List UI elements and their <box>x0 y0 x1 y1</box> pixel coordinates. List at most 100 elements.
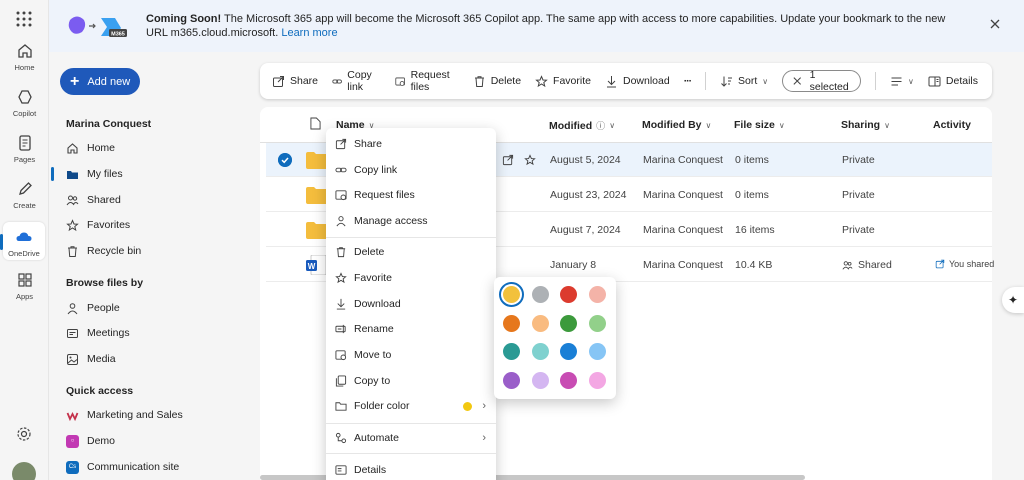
color-swatch[interactable] <box>560 314 577 332</box>
color-swatch[interactable] <box>531 286 549 303</box>
menu-item-download[interactable]: Download <box>326 292 496 316</box>
request-files-icon <box>395 77 406 86</box>
color-swatch[interactable] <box>503 314 520 332</box>
nav-item-meetings[interactable]: Meetings <box>66 322 246 344</box>
menu-item-folder-color[interactable]: Folder color › <box>326 394 496 418</box>
rail-item-pages[interactable]: Pages <box>0 134 49 164</box>
star-icon <box>335 272 347 284</box>
quick-access-demo[interactable]: ○ Demo <box>66 430 246 452</box>
site-logo-icon <box>66 411 79 421</box>
share-icon <box>935 259 945 269</box>
menu-item-automate[interactable]: Automate › <box>326 426 496 450</box>
nav-item-recycle-bin[interactable]: Recycle bin <box>66 240 246 262</box>
menu-item-copy-to[interactable]: Copy to <box>326 369 496 393</box>
color-swatch[interactable] <box>588 371 606 389</box>
more-icon: ··· <box>683 75 692 87</box>
settings-icon[interactable] <box>16 426 32 442</box>
share-button[interactable]: Share <box>272 75 318 88</box>
person-icon <box>336 216 346 227</box>
rail-item-apps[interactable]: Apps <box>0 271 49 301</box>
request-files-icon <box>335 190 347 201</box>
color-swatch[interactable] <box>531 371 549 389</box>
rename-icon <box>335 324 346 334</box>
column-header-sharing[interactable]: Sharing ∨ <box>841 119 890 131</box>
color-swatch[interactable] <box>531 314 549 332</box>
copilot-icon <box>17 90 32 104</box>
toolbar-divider <box>875 72 877 90</box>
sort-button[interactable]: Sort ∨ <box>720 75 768 88</box>
download-icon <box>606 75 616 87</box>
chevron-down-icon: ∨ <box>762 76 769 86</box>
color-swatch[interactable] <box>560 371 577 389</box>
nav-item-people[interactable]: People <box>66 297 246 319</box>
copy-link-button[interactable]: Copy link <box>332 69 381 93</box>
quick-access-marketing-and-sales[interactable]: Marketing and Sales <box>66 404 246 426</box>
menu-item-manage-access[interactable]: Manage access <box>326 209 496 233</box>
rail-item-onedrive[interactable]: OneDrive <box>0 222 45 260</box>
column-header-modified-by[interactable]: Modified By ∨ <box>642 119 711 131</box>
nav-quick-access-heading: Quick access <box>66 385 134 397</box>
color-swatch[interactable] <box>560 286 577 303</box>
menu-item-details[interactable]: Details <box>326 458 496 480</box>
people-icon <box>66 195 79 205</box>
home-icon <box>17 44 32 58</box>
quick-access-communication-site[interactable]: Cs Communication site <box>66 456 246 478</box>
menu-item-favorite[interactable]: Favorite <box>326 266 496 290</box>
close-icon[interactable] <box>793 76 802 86</box>
rail-item-create[interactable]: Create <box>0 180 49 210</box>
add-new-button[interactable]: + Add new <box>60 68 140 95</box>
download-button[interactable]: Download <box>605 75 670 88</box>
rail-item-copilot[interactable]: Copilot <box>0 88 49 118</box>
color-swatch[interactable] <box>560 343 577 360</box>
close-icon[interactable] <box>988 17 1002 31</box>
menu-item-move-to[interactable]: Move to <box>326 343 496 367</box>
app-rail: Home Copilot Pages Create OneDrive Apps <box>0 0 49 480</box>
menu-item-delete[interactable]: Delete <box>326 240 496 264</box>
menu-item-share[interactable]: Share <box>326 132 496 156</box>
menu-item-request-files[interactable]: Request files <box>326 183 496 207</box>
image-icon <box>67 353 78 365</box>
column-header-file-size[interactable]: File size ∨ <box>734 119 785 131</box>
color-swatch[interactable] <box>531 343 549 360</box>
delete-button[interactable]: Delete <box>473 75 521 88</box>
star-icon[interactable] <box>524 154 536 166</box>
nav-item-media[interactable]: Media <box>66 348 246 370</box>
nav-item-favorites[interactable]: Favorites <box>66 214 246 236</box>
learn-more-link[interactable]: Learn more <box>281 27 337 39</box>
file-type-icon[interactable] <box>310 117 321 130</box>
nav-item-shared[interactable]: Shared <box>66 189 246 211</box>
more-options-button[interactable]: ··· <box>684 75 692 87</box>
selection-count-pill[interactable]: 1 selected <box>782 69 862 93</box>
share-icon[interactable] <box>502 154 514 166</box>
column-header-modified[interactable]: Modified ⓘ ∨ <box>549 119 615 132</box>
app-launcher-icon[interactable] <box>15 10 33 28</box>
activity-status: You shared <box>935 259 994 269</box>
folder-color-icon <box>335 402 347 411</box>
chevron-down-icon: ∨ <box>609 121 616 130</box>
menu-divider <box>326 237 496 238</box>
column-header-activity[interactable]: Activity <box>933 119 971 131</box>
copilot-sparkle-button[interactable]: ✦ <box>1002 287 1024 313</box>
favorite-button[interactable]: Favorite <box>535 74 591 88</box>
nav-item-home[interactable]: Home <box>66 137 246 159</box>
color-swatch[interactable] <box>588 314 606 332</box>
color-swatch[interactable] <box>588 286 606 303</box>
menu-item-copy-link[interactable]: Copy link <box>326 158 496 182</box>
chevron-down-icon: ∨ <box>884 120 890 130</box>
color-swatch[interactable] <box>503 371 520 389</box>
menu-item-rename[interactable]: Rename <box>326 317 496 341</box>
request-files-button[interactable]: Request files <box>395 69 458 93</box>
avatar[interactable] <box>12 462 36 480</box>
color-swatch[interactable] <box>503 343 520 360</box>
color-swatch[interactable] <box>499 282 524 307</box>
details-button[interactable]: Details <box>928 75 978 88</box>
site-badge-icon: ○ <box>66 434 79 448</box>
info-icon: ⓘ <box>596 121 606 131</box>
download-icon <box>336 298 346 310</box>
view-options-button[interactable]: ∨ <box>890 75 914 88</box>
nav-item-my-files[interactable]: My files <box>51 163 246 185</box>
details-pane-icon <box>928 76 941 86</box>
checkmark-icon[interactable] <box>278 153 292 167</box>
rail-item-home[interactable]: Home <box>0 42 49 72</box>
color-swatch[interactable] <box>588 343 606 360</box>
